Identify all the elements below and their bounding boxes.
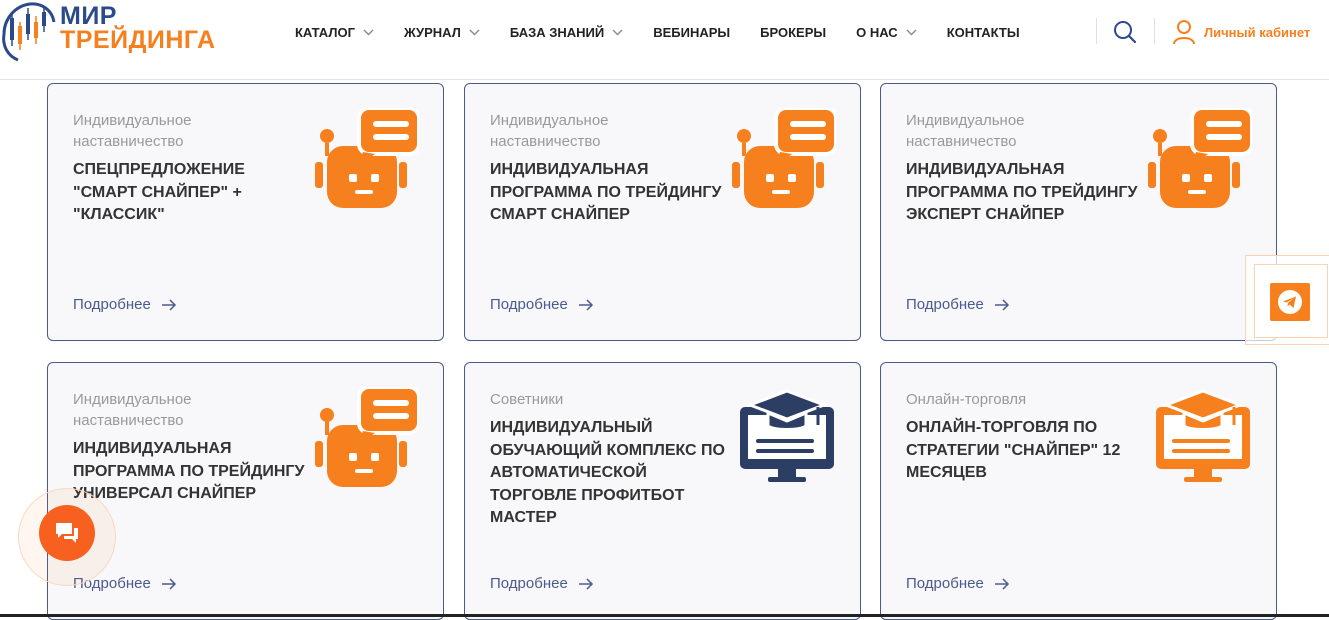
nav-item-label: БРОКЕРЫ	[760, 24, 827, 40]
arrow-right-icon	[994, 577, 1009, 590]
search-button[interactable]	[1112, 19, 1138, 45]
nav-item-label: БАЗА ЗНАНИЙ	[509, 24, 605, 40]
chat-icon	[56, 523, 78, 543]
chevron-down-icon	[363, 29, 374, 35]
card-title[interactable]: ИНДИВИДУАЛЬНАЯ ПРОГРАММА ПО ТРЕЙДИНГУ СМ…	[490, 159, 725, 227]
more-link-label: Подробнее	[73, 296, 151, 313]
robot-chat-icon	[1148, 106, 1254, 208]
arrow-right-icon	[161, 298, 176, 311]
nav-item-label: КОНТАКТЫ	[946, 24, 1020, 40]
personal-cabinet-link[interactable]: Личный кабинет	[1172, 19, 1310, 45]
more-link[interactable]: Подробнее	[490, 296, 594, 313]
more-link[interactable]: Подробнее	[490, 575, 594, 592]
card-category: Индивидуальное наставничество	[73, 112, 192, 150]
product-card[interactable]: Индивидуальное наставничество ИНДИВИДУАЛЬ…	[464, 83, 861, 341]
logo-head-icon	[2, 2, 56, 62]
card-category: Советники	[490, 391, 564, 408]
card-category: Индивидуальное наставничество	[906, 112, 1025, 150]
more-link-label: Подробнее	[906, 575, 984, 592]
telegram-widget-frame	[1254, 264, 1328, 338]
card-title[interactable]: СПЕЦПРЕДЛОЖЕНИЕ "СМАРТ СНАЙПЕР" + "КЛАСС…	[73, 159, 308, 227]
card-illustration	[732, 106, 838, 217]
arrow-right-icon	[161, 577, 176, 590]
product-card[interactable]: Индивидуальное наставничество ИНДИВИДУАЛЬ…	[880, 83, 1277, 341]
arrow-right-icon	[578, 577, 593, 590]
card-category: Индивидуальное наставничество	[73, 391, 192, 429]
robot-chat-icon	[732, 106, 838, 208]
card-title[interactable]: ИНДИВИДУАЛЬНЫЙ ОБУЧАЮЩИЙ КОМПЛЕКС ПО АВТ…	[490, 417, 725, 530]
product-card[interactable]: Индивидуальное наставничество СПЕЦПРЕДЛОЖ…	[47, 83, 444, 341]
nav-item[interactable]: КАТАЛОГ	[295, 25, 374, 40]
card-illustration	[1148, 106, 1254, 217]
logo-line-1: МИР	[60, 2, 117, 30]
card-illustration	[1154, 387, 1252, 490]
telegram-icon	[1278, 290, 1302, 314]
personal-cabinet-label: Личный кабинет	[1204, 24, 1311, 40]
product-card[interactable]: Онлайн-торговля ОНЛАЙН-ТОРГОВЛЯ ПО СТРАТЕ…	[880, 362, 1277, 620]
arrow-right-icon	[994, 298, 1009, 311]
nav-item[interactable]: КОНТАКТЫ	[947, 25, 1020, 40]
nav-item[interactable]: БРОКЕРЫ	[760, 25, 826, 40]
chevron-down-icon	[469, 29, 480, 35]
user-icon	[1173, 20, 1195, 45]
logo-line-2: ТРЕЙДИНГА	[60, 26, 216, 54]
nav-divider	[1154, 18, 1155, 44]
card-illustration	[315, 106, 421, 217]
nav-item-label: О НАС	[856, 24, 898, 40]
nav-divider	[1096, 18, 1097, 44]
card-category: Онлайн-торговля	[906, 391, 1027, 408]
more-link-label: Подробнее	[490, 296, 568, 313]
nav-item[interactable]: ЖУРНАЛ	[404, 25, 480, 40]
chat-button[interactable]	[39, 505, 95, 561]
logo-text: МИР ТРЕЙДИНГА	[60, 2, 216, 54]
more-link-label: Подробнее	[490, 575, 568, 592]
graduation-monitor-icon	[740, 389, 834, 482]
telegram-widget	[1245, 255, 1329, 345]
site-header: МИР ТРЕЙДИНГА КАТАЛОГ ЖУРНАЛ БАЗА ЗНАНИЙ ВЕ…	[0, 0, 1329, 80]
arrow-right-icon	[578, 298, 593, 311]
search-icon	[1114, 21, 1137, 44]
card-title[interactable]: ИНДИВИДУАЛЬНАЯ ПРОГРАММА ПО ТРЕЙДИНГУ УН…	[73, 438, 308, 506]
chevron-down-icon	[906, 29, 917, 35]
telegram-button[interactable]	[1270, 283, 1310, 321]
product-card[interactable]: Индивидуальное наставничество ИНДИВИДУАЛЬ…	[47, 362, 444, 620]
nav-item-label: ВЕБИНАРЫ	[653, 24, 731, 40]
robot-chat-icon	[315, 106, 421, 208]
card-category: Индивидуальное наставничество	[490, 112, 609, 150]
more-link[interactable]: Подробнее	[906, 296, 1010, 313]
card-title[interactable]: ОНЛАЙН-ТОРГОВЛЯ ПО СТРАТЕГИИ "СНАЙПЕР" 1…	[906, 417, 1141, 485]
robot-chat-icon	[315, 385, 421, 487]
nav-item-label: КАТАЛОГ	[295, 24, 355, 40]
nav-item-label: ЖУРНАЛ	[403, 24, 461, 40]
more-link-label: Подробнее	[906, 296, 984, 313]
card-illustration	[738, 387, 836, 490]
site-logo[interactable]: МИР ТРЕЙДИНГА	[0, 0, 230, 64]
more-link[interactable]: Подробнее	[906, 575, 1010, 592]
more-link[interactable]: Подробнее	[73, 296, 177, 313]
chevron-down-icon	[612, 29, 623, 35]
nav-item[interactable]: БАЗА ЗНАНИЙ	[510, 25, 623, 40]
nav-item[interactable]: ВЕБИНАРЫ	[653, 25, 730, 40]
main-nav: КАТАЛОГ ЖУРНАЛ БАЗА ЗНАНИЙ ВЕБИНАРЫ БРОКЕРЫ О…	[295, 22, 1050, 42]
nav-item[interactable]: О НАС	[856, 25, 917, 40]
product-card[interactable]: Советники ИНДИВИДУАЛЬНЫЙ ОБУЧАЮЩИЙ КОМПЛЕ…	[464, 362, 861, 620]
graduation-monitor-icon	[1156, 389, 1250, 482]
card-illustration	[315, 385, 421, 496]
card-title[interactable]: ИНДИВИДУАЛЬНАЯ ПРОГРАММА ПО ТРЕЙДИНГУ ЭК…	[906, 159, 1141, 227]
